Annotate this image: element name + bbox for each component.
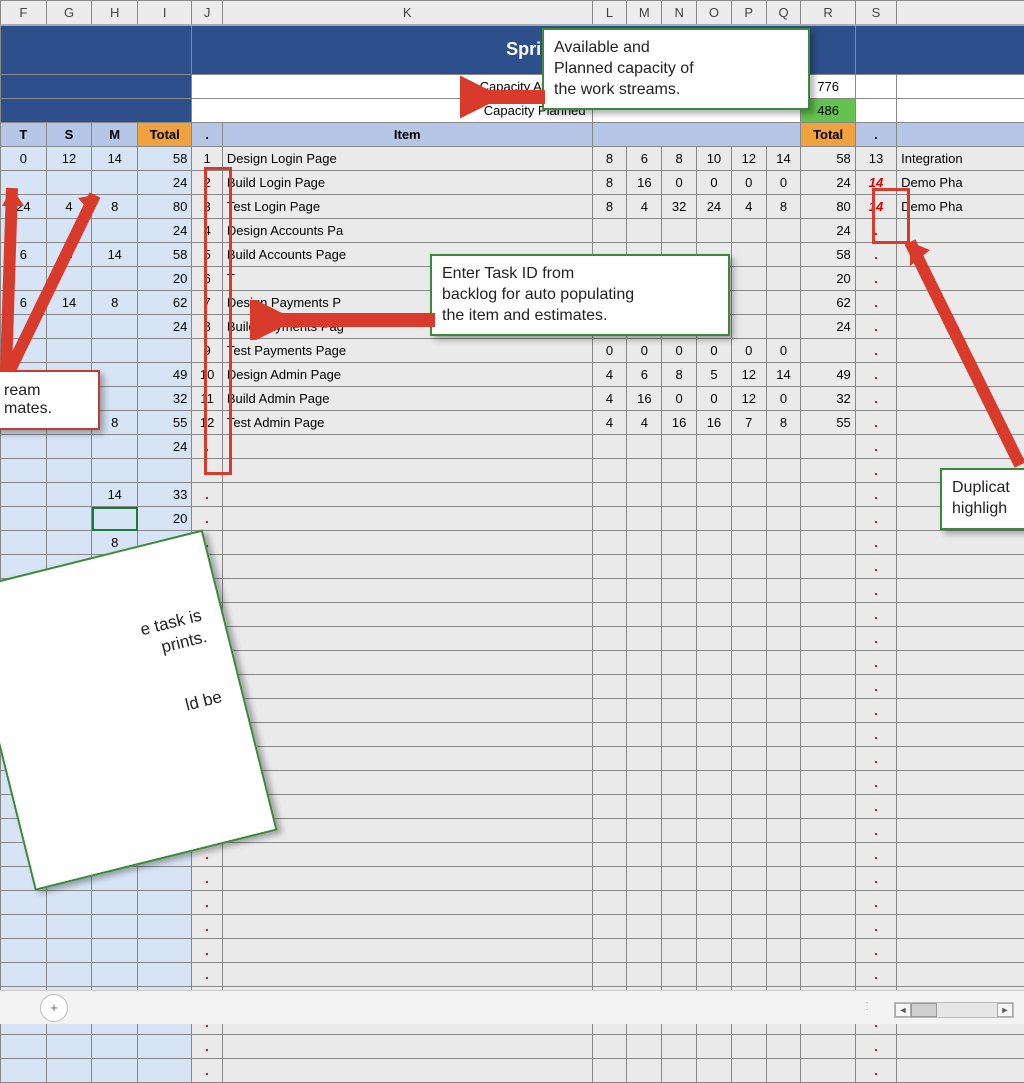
col-ext[interactable] (897, 1, 1024, 25)
col-N[interactable]: N (662, 1, 697, 25)
capacity-available-right: Capa (897, 75, 1024, 99)
callout-duplicate: Duplicat highligh (940, 468, 1024, 530)
table-row[interactable]: 61285512Test Admin Page4416167855. (1, 411, 1024, 435)
table-row[interactable]: 242Build Login Page81600002414Demo Pha (1, 171, 1024, 195)
hdr-S[interactable]: S (46, 123, 92, 147)
callout-stream-estimates: ream mates. (0, 370, 100, 430)
callout-taskid: Enter Task ID from backlog for auto popu… (430, 254, 730, 336)
section-header-row: T S M Total . Item Total . (1, 123, 1024, 147)
table-row[interactable]: 4910Design Admin Page4685121449. (1, 363, 1024, 387)
hdr-id2[interactable]: . (855, 123, 896, 147)
col-P[interactable]: P (731, 1, 766, 25)
hdr-T[interactable]: T (1, 123, 47, 147)
col-M[interactable]: M (627, 1, 662, 25)
horizontal-scrollbar[interactable]: ◄ ► (894, 1002, 1014, 1018)
col-G[interactable]: G (46, 1, 92, 25)
col-O[interactable]: O (697, 1, 732, 25)
col-L[interactable]: L (592, 1, 627, 25)
title-row: Spri (1, 25, 1024, 75)
hdr-M[interactable]: M (92, 123, 138, 147)
table-row[interactable]: .. (1, 891, 1024, 915)
table-row[interactable]: .. (1, 939, 1024, 963)
capacity-planned-row: Capacity Planned 486 Capa (1, 99, 1024, 123)
scroll-left-button[interactable]: ◄ (895, 1003, 911, 1017)
table-row[interactable]: .. (1, 1059, 1024, 1083)
table-row[interactable]: .. (1, 915, 1024, 939)
table-row[interactable]: 2448803Test Login Page843224488014Demo P… (1, 195, 1024, 219)
table-row[interactable]: .. (1, 867, 1024, 891)
table-row[interactable]: 9Test Payments Page000000. (1, 339, 1024, 363)
col-I[interactable]: I (138, 1, 192, 25)
capacity-planned-label: Capacity Planned (192, 99, 592, 123)
capacity-available-row: Capacity Available 776 Capa (1, 75, 1024, 99)
hdr-id[interactable]: . (192, 123, 222, 147)
scroll-thumb[interactable] (911, 1003, 937, 1017)
capacity-available-label: Capacity Available (192, 75, 592, 99)
table-row[interactable]: .. (1, 963, 1024, 987)
col-S[interactable]: S (855, 1, 896, 25)
col-J[interactable]: J (192, 1, 222, 25)
hdr-total-left[interactable]: Total (138, 123, 192, 147)
scroll-right-button[interactable]: ► (997, 1003, 1013, 1017)
table-row[interactable]: .. (1, 459, 1024, 483)
table-row[interactable]: 01214581Design Login Page8681012145813In… (1, 147, 1024, 171)
col-Q[interactable]: Q (766, 1, 801, 25)
table-row[interactable]: 1433.. (1, 483, 1024, 507)
col-F[interactable]: F (1, 1, 47, 25)
scroll-track[interactable] (911, 1003, 997, 1017)
hdr-total-right[interactable]: Total (801, 123, 855, 147)
column-header-row: F G H I J K L M N O P Q R S (1, 1, 1024, 25)
table-row[interactable]: 24.. (1, 435, 1024, 459)
col-K[interactable]: K (222, 1, 592, 25)
table-row[interactable]: 244Design Accounts Pa24. (1, 219, 1024, 243)
add-sheet-button[interactable]: + (40, 994, 68, 1022)
sheet-tab-bar[interactable]: + ⋮ ◄ ► (0, 990, 1024, 1024)
hdr-item[interactable]: Item (222, 123, 592, 147)
callout-capacity: Available and Planned capacity of the wo… (542, 28, 810, 110)
spreadsheet-area[interactable]: F G H I J K L M N O P Q R S Spri Capacit… (0, 0, 1024, 990)
table-row[interactable]: 123211Build Admin Page4160012032. (1, 387, 1024, 411)
capacity-planned-right: Capa (897, 99, 1024, 123)
col-R[interactable]: R (801, 1, 855, 25)
table-row[interactable]: 20.. (1, 507, 1024, 531)
col-H[interactable]: H (92, 1, 138, 25)
table-row[interactable]: .. (1, 1035, 1024, 1059)
tab-scroll-dots: ⋮ (862, 1001, 874, 1012)
